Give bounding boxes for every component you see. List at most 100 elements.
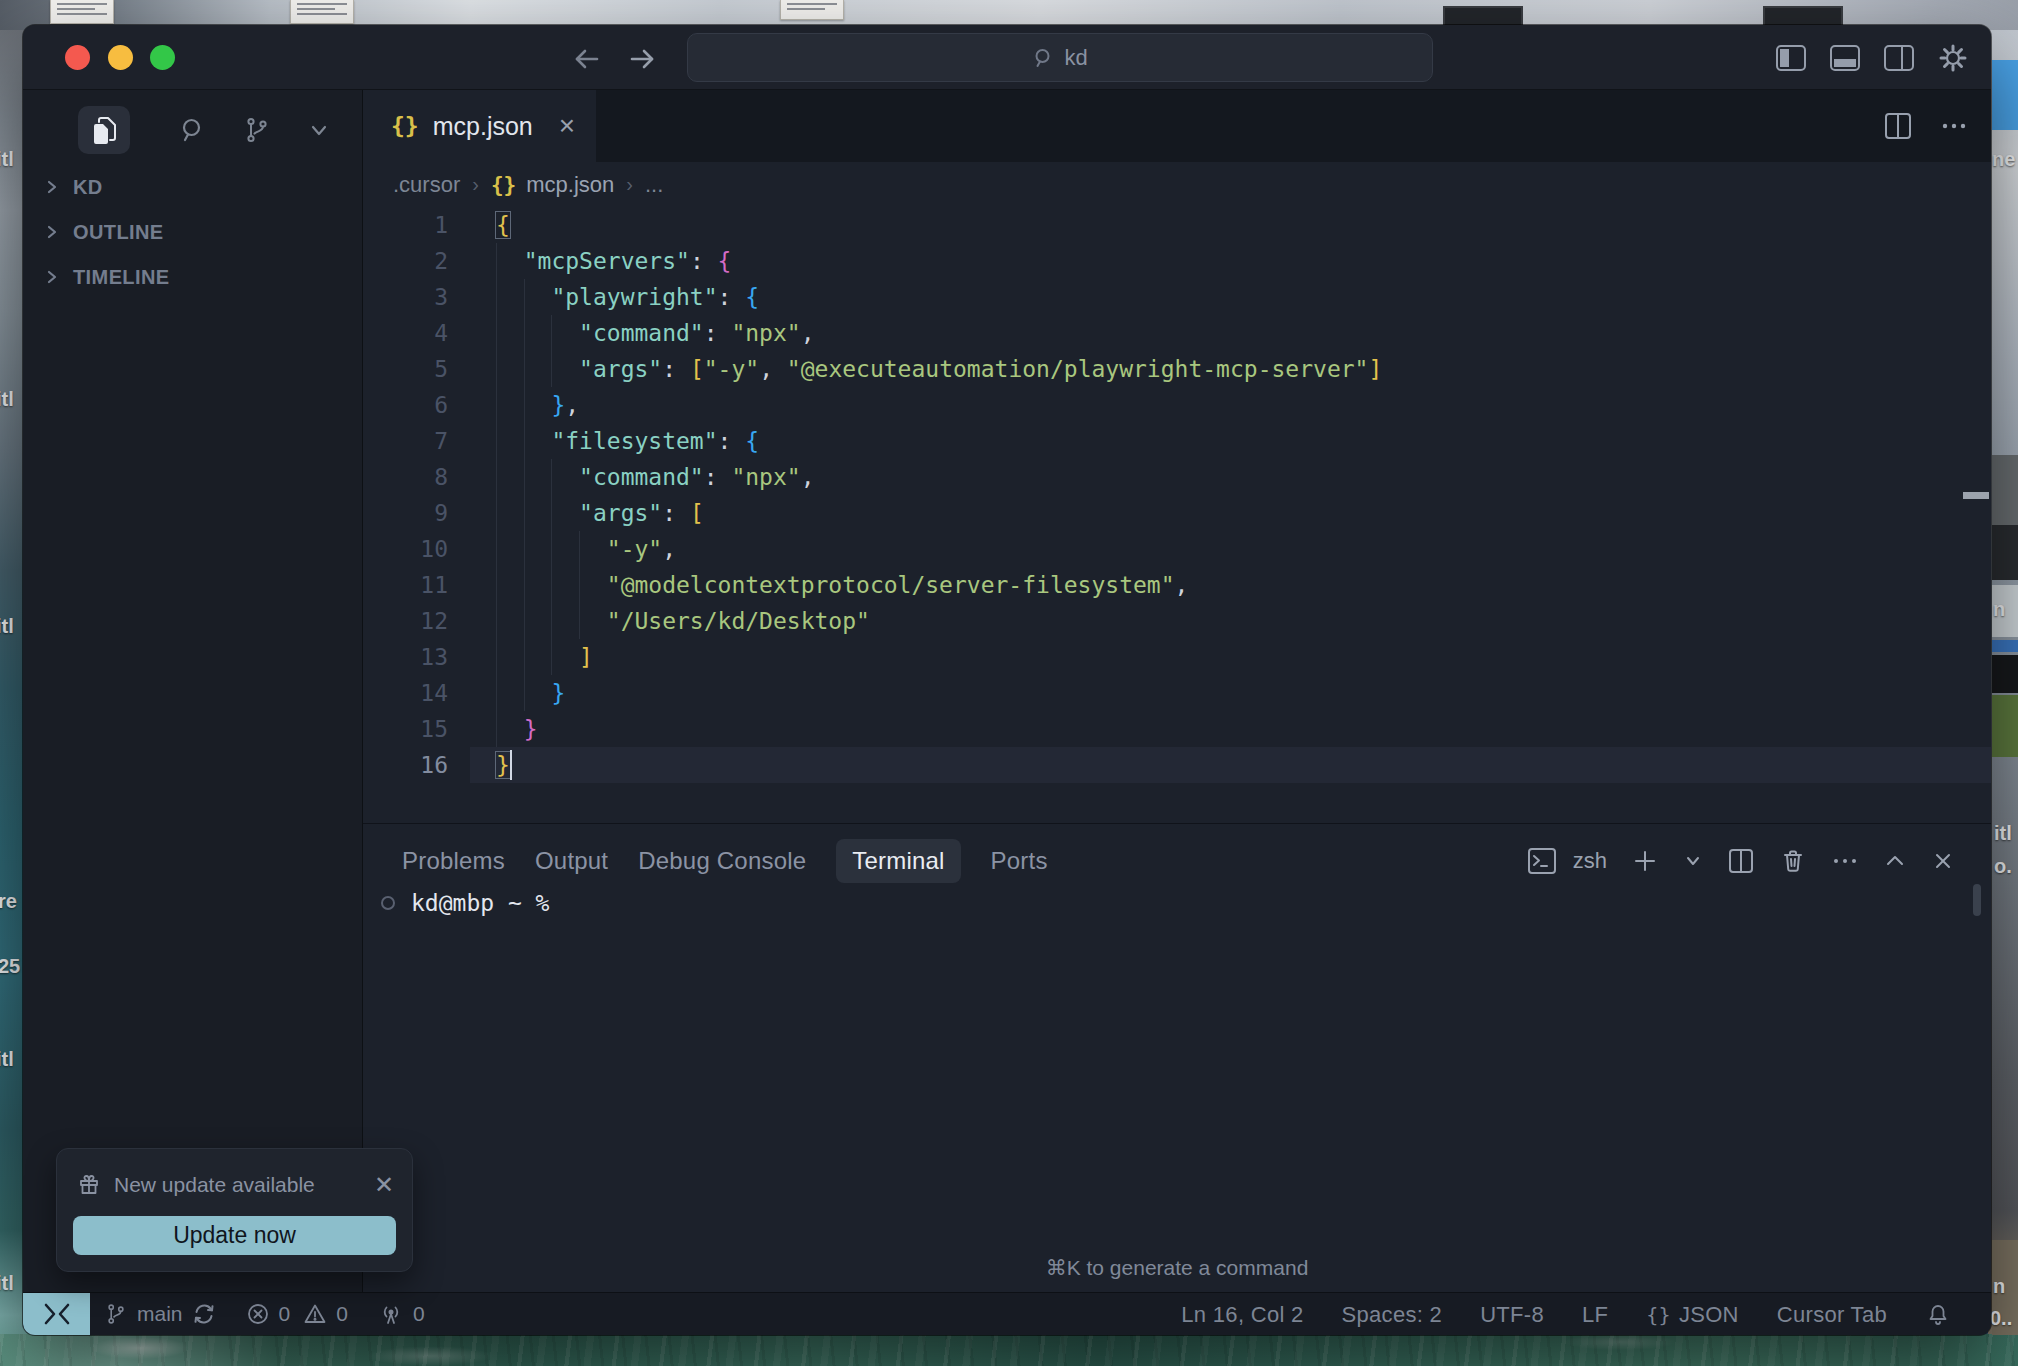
cursor-tab-toggle[interactable]: Cursor Tab [1777,1302,1887,1328]
section-label: OUTLINE [73,221,164,244]
new-terminal-icon[interactable] [1631,847,1659,875]
maximize-panel-icon[interactable] [1883,849,1907,873]
line-number: 1 [363,207,470,243]
sidebar-section-kd[interactable]: KD [23,165,362,209]
section-label: KD [73,176,103,199]
zoom-traffic-light[interactable] [150,45,175,70]
chevron-right-icon [43,268,61,286]
breadcrumb-more[interactable]: ... [645,172,663,198]
indent-guide [496,711,497,747]
panel-tab-problems[interactable]: Problems [402,847,505,875]
source-control-icon[interactable] [231,106,283,154]
indentation[interactable]: Spaces: 2 [1342,1302,1443,1328]
kill-terminal-icon[interactable] [1779,847,1807,875]
desktop-label-fragment: itl [1994,822,2012,845]
line-number: 2 [363,243,470,279]
search-sidebar-icon[interactable] [167,106,219,154]
desktop-label-fragment: n [1993,598,2005,621]
toggle-panel-icon[interactable] [1829,44,1861,72]
terminal-prompt-line[interactable]: kd@mbp ~ % [381,890,549,916]
sidebar-section-outline[interactable]: OUTLINE [23,210,362,254]
branch-icon [104,1302,128,1326]
gear-icon[interactable] [1937,42,1969,74]
code-line-11: 11 "@modelcontextprotocol/server-filesys… [363,567,1991,603]
minimize-traffic-light[interactable] [108,45,133,70]
breadcrumb-folder[interactable]: .cursor [393,172,460,198]
json-file-icon: {} [491,173,516,197]
sync-icon[interactable] [192,1302,216,1326]
problems-status[interactable]: 0 0 [246,1302,348,1326]
indent-guide [524,387,525,423]
desktop: itlitlitlre25itlitlnenitlo.n0.. kd [0,0,2018,1366]
branch-name: main [137,1302,183,1326]
indent-guide [496,567,497,603]
indent-guide [496,315,497,351]
code-editor[interactable]: 1{2 "mcpServers": {3 "playwright": {4 "c… [363,207,1991,823]
desktop-label-fragment: re [0,890,17,913]
panel-more-icon[interactable] [1831,847,1859,875]
encoding[interactable]: UTF-8 [1480,1302,1544,1328]
bell-icon[interactable] [1925,1302,1951,1328]
indent-guide [579,603,580,639]
forward-arrow-icon[interactable] [622,39,662,79]
tab-mcp-json[interactable]: {} mcp.json × [363,90,596,162]
split-terminal-icon[interactable] [1727,847,1755,875]
desktop-label-fragment: o. [1994,855,2012,878]
back-arrow-icon[interactable] [567,39,607,79]
remote-indicator[interactable] [23,1293,90,1336]
tab-close-icon[interactable]: × [559,112,575,140]
code-line-6: 6 }, [363,387,1991,423]
close-panel-icon[interactable] [1931,849,1955,873]
code-line-1: 1{ [363,207,1991,243]
panel-tab-debug-console[interactable]: Debug Console [638,847,806,875]
indent-guide [524,459,525,495]
panel-tab-ports[interactable]: Ports [991,847,1048,875]
breadcrumb[interactable]: .cursor › {} mcp.json › ... [363,162,1991,207]
desktop-icon [1992,640,2018,652]
indent-guide [496,495,497,531]
indent-guide [524,531,525,567]
eol[interactable]: LF [1582,1302,1608,1328]
code-line-2: 2 "mcpServers": { [363,243,1991,279]
sidebar-section-timeline[interactable]: TIMELINE [23,255,362,299]
update-now-button[interactable]: Update now [73,1216,396,1255]
split-editor-icon[interactable] [1883,111,1913,141]
search-icon [1032,46,1056,70]
toggle-right-sidebar-icon[interactable] [1883,44,1915,72]
branch-status[interactable]: main [104,1302,216,1326]
notification-message: New update available [114,1173,315,1197]
panel-tab-terminal[interactable]: Terminal [836,839,960,883]
line-number: 12 [363,603,470,639]
terminal-scrollbar[interactable] [1973,884,1981,916]
indent-guide [496,639,497,675]
indent-guide [524,423,525,459]
explorer-icon[interactable] [78,106,130,154]
cursor-position[interactable]: Ln 16, Col 2 [1181,1302,1303,1328]
desktop-label-fragment: itl [0,615,14,638]
indent-guide [551,459,552,495]
code-line-4: 4 "command": "npx", [363,315,1991,351]
indent-guide [524,351,525,387]
panel-tab-output[interactable]: Output [535,847,608,875]
more-actions-icon[interactable] [1939,111,1969,141]
gift-icon [77,1173,101,1197]
command-center-search[interactable]: kd [687,33,1433,82]
update-notification: New update available ✕ Update now [56,1148,413,1272]
editor-tabbar: {} mcp.json × [363,90,1991,162]
line-number: 11 [363,567,470,603]
desktop-label-fragment: itl [0,1272,14,1295]
chevron-down-icon[interactable] [293,106,345,154]
indent-guide [551,603,552,639]
terminal-prompt: kd@mbp ~ % [411,890,549,916]
terminal-dropdown-icon[interactable] [1683,851,1703,871]
chevron-right-icon: › [624,173,635,196]
language-mode[interactable]: {}JSON [1646,1302,1739,1328]
toggle-left-sidebar-icon[interactable] [1775,44,1807,72]
breadcrumb-file[interactable]: mcp.json [526,172,614,198]
indent-guide [524,603,525,639]
notification-close-icon[interactable]: ✕ [374,1171,394,1199]
shell-label[interactable]: zsh [1573,848,1607,874]
close-traffic-light[interactable] [65,45,90,70]
broadcast-status[interactable]: 0 [378,1302,425,1326]
editor-scrollbar[interactable] [1963,492,1989,499]
